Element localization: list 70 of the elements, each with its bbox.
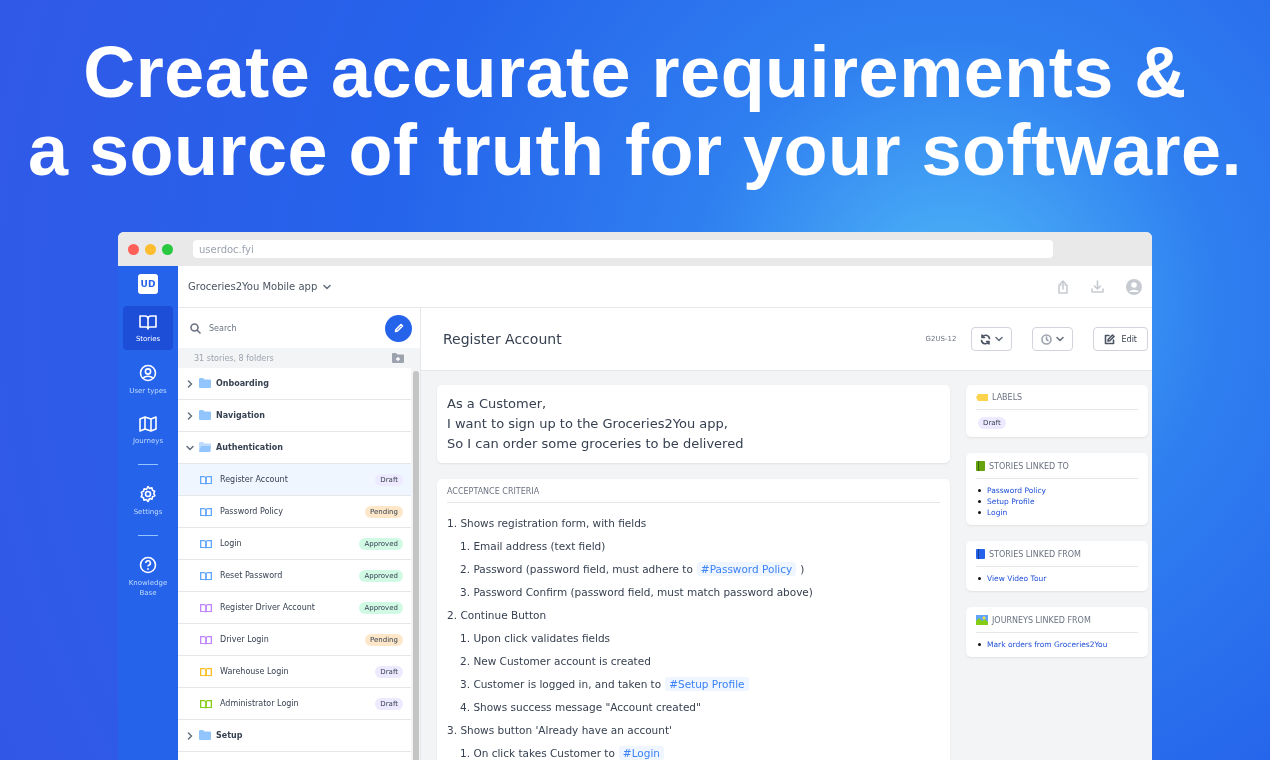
help-icon bbox=[139, 556, 157, 574]
story-text: I want to sign up to the Groceries2You app, bbox=[447, 415, 729, 433]
folder-icon bbox=[199, 409, 211, 420]
chevron-icon[interactable] bbox=[186, 443, 194, 452]
chevron-icon[interactable] bbox=[186, 411, 194, 420]
user-circle-icon bbox=[139, 364, 157, 382]
panel-title: STORIES LINKED FROM bbox=[989, 549, 1082, 559]
bullet bbox=[978, 577, 981, 580]
story-text: As a Customer, bbox=[447, 395, 548, 413]
folder-name[interactable]: Setup bbox=[216, 731, 243, 740]
section-title: ACCEPTANCE CRITERIA bbox=[447, 487, 940, 503]
folder-icon bbox=[199, 441, 211, 452]
edit-icon bbox=[1103, 333, 1115, 345]
folder-name[interactable]: Authentication bbox=[216, 443, 283, 452]
folder-name[interactable]: Onboarding bbox=[216, 379, 269, 388]
clock-icon bbox=[1040, 333, 1052, 345]
chevron-icon[interactable] bbox=[186, 379, 194, 388]
scrollbar[interactable] bbox=[412, 371, 419, 760]
sync-button[interactable] bbox=[970, 327, 1012, 351]
bullet bbox=[978, 489, 981, 492]
panel-title: LABELS bbox=[992, 393, 1023, 402]
criterion-text: 1. Upon click validates fields bbox=[460, 631, 611, 644]
criterion-text: 3. Password Confirm (password field, must match password above) bbox=[460, 585, 813, 598]
book-icon bbox=[976, 549, 985, 559]
history-button[interactable] bbox=[1031, 327, 1073, 351]
story-title: Register Account bbox=[443, 331, 563, 347]
bullet bbox=[978, 643, 981, 646]
chevron-icon[interactable] bbox=[994, 335, 1003, 343]
story-text: So I can order some groceries to be delivered bbox=[447, 435, 745, 453]
criterion-text: 1. Shows registration form, with fields bbox=[447, 516, 647, 529]
folder-icon bbox=[199, 377, 211, 388]
settings-icon bbox=[139, 485, 157, 503]
map-icon bbox=[976, 615, 988, 625]
story-link[interactable]: #Setup Profile bbox=[665, 676, 749, 691]
story-count: 31 stories, 8 folders bbox=[194, 353, 274, 363]
criterion-text: 1. Email address (text field) bbox=[460, 539, 606, 552]
criterion-text: ) bbox=[800, 562, 805, 575]
criterion-text: 3. Customer is logged in, and taken to bbox=[460, 677, 662, 690]
headline: a source of truth for your software. bbox=[27, 111, 1243, 189]
chevron-icon[interactable] bbox=[1055, 335, 1064, 343]
folder-icon bbox=[199, 729, 211, 740]
close-button[interactable] bbox=[128, 243, 139, 255]
bullet bbox=[978, 511, 981, 514]
panel-title: STORIES LINKED TO bbox=[989, 461, 1069, 471]
edit-button[interactable]: Edit bbox=[1092, 327, 1148, 351]
edit-button[interactable] bbox=[385, 314, 412, 342]
chevron-icon[interactable] bbox=[323, 282, 332, 291]
book-icon bbox=[139, 314, 157, 330]
criterion-text: 4. Shows success message "Account created" bbox=[460, 700, 701, 713]
story-link[interactable]: #Password Policy bbox=[696, 561, 797, 576]
refresh-icon bbox=[979, 333, 991, 345]
search-icon bbox=[190, 322, 201, 334]
criterion-text: 2. New Customer account is created bbox=[460, 654, 651, 667]
headline: Create accurate requirements & bbox=[83, 33, 1187, 111]
book-icon bbox=[976, 461, 985, 471]
tag-icon bbox=[976, 394, 988, 401]
criterion-text: 3. Shows button 'Already have an account' bbox=[447, 723, 672, 736]
bullet bbox=[978, 500, 981, 503]
panel-title: JOURNEYS LINKED FROM bbox=[992, 615, 1091, 625]
criterion-text: 2. Password (password field, must adhere to bbox=[460, 562, 693, 575]
folder-name[interactable]: Navigation bbox=[216, 411, 265, 420]
chevron-icon[interactable] bbox=[186, 731, 194, 740]
search-field[interactable]: Search bbox=[209, 323, 377, 333]
criterion-text: 1. On click takes Customer to bbox=[460, 746, 615, 759]
add-folder-icon[interactable] bbox=[392, 353, 404, 363]
pencil-icon bbox=[393, 323, 404, 333]
map-icon bbox=[139, 416, 157, 432]
criterion-text: 2. Continue Button bbox=[447, 608, 547, 621]
app-logo[interactable]: UD bbox=[138, 274, 158, 294]
project-selector[interactable]: Groceries2You Mobile app bbox=[188, 281, 318, 292]
